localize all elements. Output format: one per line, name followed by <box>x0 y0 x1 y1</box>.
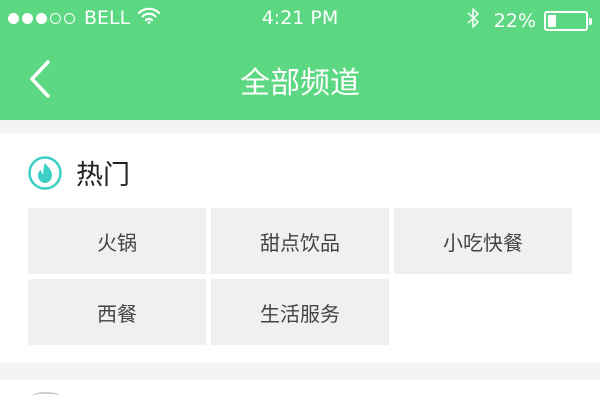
section-title: 热门 <box>76 160 130 191</box>
battery-percentage: 22% <box>493 9 536 32</box>
page-title: 全部频道 <box>240 66 360 101</box>
app-header: BELL 4:21 PM 22% 全部频道 <box>0 0 600 120</box>
status-left: BELL <box>8 7 161 29</box>
channel-item-snacks-fastfood[interactable]: 小吃快餐 <box>394 208 572 274</box>
fire-icon <box>28 155 62 190</box>
hot-section: 热门 火锅 甜点饮品 小吃快餐 西餐 生活服务 <box>0 133 600 363</box>
status-bar: BELL 4:21 PM 22% <box>0 0 600 38</box>
battery-icon <box>544 10 592 31</box>
nav-bar: 全部频道 <box>0 38 600 120</box>
channel-item-western-food[interactable]: 西餐 <box>28 279 206 345</box>
battery-level <box>548 14 556 27</box>
section-icon <box>32 392 60 400</box>
signal-dot <box>64 12 75 24</box>
bluetooth-icon <box>466 7 480 34</box>
channel-item-hotpot[interactable]: 火锅 <box>28 208 206 274</box>
wifi-icon <box>138 7 161 29</box>
status-time: 4:21 PM <box>261 7 339 29</box>
signal-dot <box>8 12 19 24</box>
channel-item-life-services[interactable]: 生活服务 <box>211 279 389 345</box>
signal-dot <box>22 12 33 24</box>
channel-item-desserts-drinks[interactable]: 甜点饮品 <box>211 208 389 274</box>
signal-dot <box>50 12 61 24</box>
back-button[interactable] <box>22 56 62 102</box>
signal-strength <box>8 12 78 24</box>
channel-grid: 火锅 甜点饮品 小吃快餐 西餐 生活服务 <box>28 208 572 345</box>
status-right: 22% <box>466 7 592 34</box>
carrier-name: BELL <box>84 7 131 29</box>
signal-dot <box>36 12 47 24</box>
section-header: 热门 <box>28 153 130 192</box>
next-section <box>0 380 600 400</box>
chevron-left-icon <box>30 60 50 98</box>
